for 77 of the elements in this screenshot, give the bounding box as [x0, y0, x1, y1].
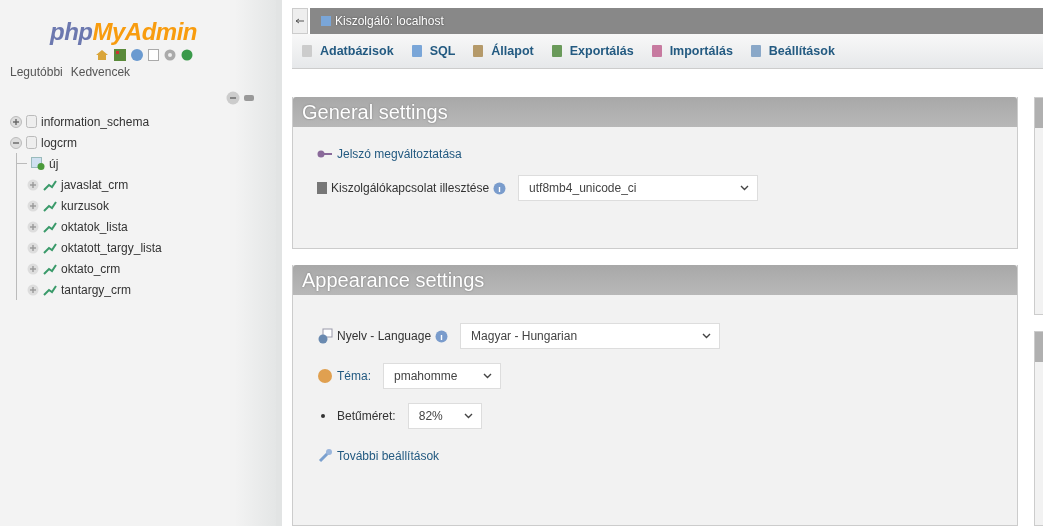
- settings-link[interactable]: Jelszó megváltoztatása: [337, 147, 462, 161]
- expand-icon[interactable]: [27, 220, 39, 233]
- expand-icon[interactable]: [10, 115, 22, 128]
- expand-icon[interactable]: [27, 199, 39, 212]
- panel-title: General settings: [293, 97, 1017, 127]
- expand-icon[interactable]: [27, 241, 39, 254]
- new-table-icon: [31, 157, 45, 170]
- collapse-icon[interactable]: [10, 136, 22, 149]
- field-label: Kiszolgálókapcsolat illesztése: [331, 181, 490, 195]
- tab-icon: [471, 44, 486, 58]
- arrow-left-icon: [296, 18, 304, 24]
- collapse-all-icon[interactable]: [226, 91, 240, 105]
- collapse-button[interactable]: [292, 8, 308, 34]
- toolbar-tab[interactable]: Importálás: [649, 44, 733, 58]
- dropdown[interactable]: 82%: [407, 403, 482, 429]
- server-icon: [320, 15, 332, 27]
- settings-link[interactable]: További beállítások: [337, 449, 440, 463]
- key-icon: [317, 148, 333, 160]
- table-icon: [43, 241, 57, 254]
- sidebar-tab[interactable]: Legutóbbi: [10, 65, 63, 79]
- field-label: Betűméret:: [337, 409, 396, 423]
- document-icon[interactable]: [148, 49, 159, 61]
- reload-icon[interactable]: [181, 49, 193, 61]
- palette-icon: [317, 368, 333, 384]
- toolbar-tab[interactable]: Exportálás: [549, 44, 634, 58]
- tree-item[interactable]: information_schema: [41, 114, 150, 129]
- help-icon[interactable]: [435, 329, 449, 343]
- wrench-icon: [317, 448, 333, 464]
- dropdown[interactable]: Magyar - Hungarian: [460, 323, 721, 349]
- database-icon: [26, 115, 37, 128]
- tree-item[interactable]: logcrm: [41, 135, 77, 150]
- tab-icon: [549, 44, 564, 58]
- chevron-down-icon: [483, 373, 492, 379]
- toolbar-tab[interactable]: Állapot: [471, 44, 534, 58]
- grid-icon[interactable]: [114, 49, 126, 61]
- link-icon[interactable]: [244, 95, 254, 101]
- server-breadcrumb[interactable]: Kiszolgáló: localhost: [335, 14, 444, 28]
- chevron-down-icon: [463, 413, 473, 419]
- field-label: Nyelv - Language: [337, 329, 432, 343]
- table-icon: [43, 178, 57, 191]
- gear-icon[interactable]: [164, 49, 176, 61]
- tab-icon: [409, 44, 424, 58]
- dropdown[interactable]: pmahomme: [383, 363, 501, 389]
- toolbar-tab[interactable]: Beállítások: [748, 44, 835, 58]
- database-icon: [26, 136, 37, 149]
- table-icon: [43, 262, 57, 275]
- sidebar-tab[interactable]: Kedvencek: [70, 65, 131, 79]
- table-icon: [43, 220, 57, 233]
- globe-icon: [317, 328, 333, 344]
- dropdown[interactable]: utf8mb4_unicode_ci: [518, 175, 759, 201]
- tree-item[interactable]: új: [49, 156, 59, 171]
- settings-link[interactable]: Téma:: [337, 369, 371, 383]
- expand-icon[interactable]: [27, 262, 39, 275]
- chevron-down-icon: [702, 333, 712, 339]
- table-icon: [43, 199, 57, 212]
- expand-icon[interactable]: [27, 283, 39, 296]
- tab-icon: [748, 44, 763, 58]
- tree-item[interactable]: oktatok_lista: [61, 219, 128, 234]
- tab-icon: [649, 44, 664, 58]
- toolbar-tab[interactable]: SQL: [409, 44, 456, 58]
- database-icon: [317, 182, 327, 194]
- table-icon: [43, 283, 57, 296]
- expand-icon[interactable]: [27, 178, 39, 191]
- tree-item[interactable]: oktatott_targy_lista: [61, 240, 162, 255]
- logo[interactable]: phpMyAdmin: [50, 18, 197, 46]
- tree-item[interactable]: kurzusok: [61, 198, 110, 213]
- home-icon[interactable]: [95, 49, 109, 61]
- tab-icon: [300, 44, 314, 58]
- tree-item[interactable]: tantargy_crm: [61, 282, 132, 297]
- help-icon[interactable]: [131, 49, 143, 61]
- toolbar-tab[interactable]: Adatbázisok: [300, 44, 394, 58]
- tree-item[interactable]: oktato_crm: [61, 261, 121, 276]
- panel-title: Appearance settings: [293, 265, 1017, 295]
- bullet-icon: [321, 414, 325, 418]
- tree-item[interactable]: javaslat_crm: [61, 177, 129, 192]
- help-icon[interactable]: [493, 181, 507, 195]
- chevron-down-icon: [740, 185, 750, 191]
